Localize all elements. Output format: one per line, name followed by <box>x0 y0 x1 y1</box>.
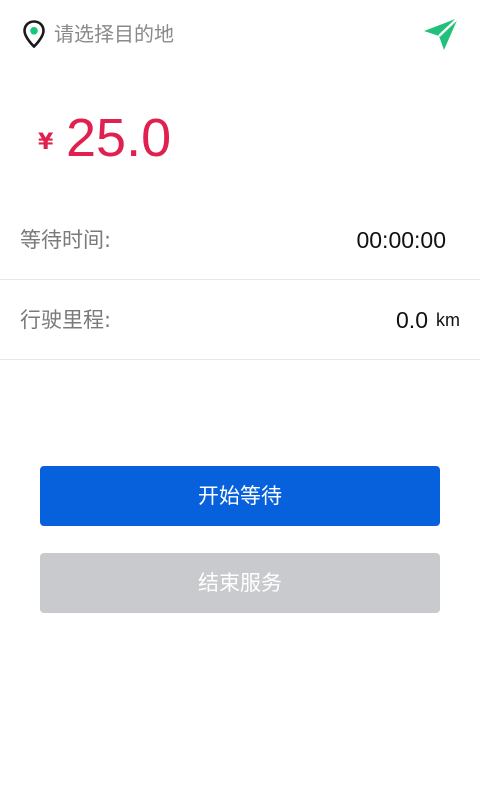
wait-time-row: 等待时间: 00:00:00 <box>0 200 480 280</box>
wait-time-label: 等待时间: <box>20 228 112 252</box>
wait-time-value: 00:00:00 <box>356 227 446 253</box>
currency-symbol: ¥ <box>38 130 54 155</box>
fare-amount: 25.0 <box>66 108 172 168</box>
end-service-button[interactable]: 结束服务 <box>40 553 440 613</box>
distance-label: 行驶里程: <box>20 308 112 332</box>
distance-value: 0.0 <box>396 307 428 333</box>
paper-plane-icon[interactable] <box>422 16 460 52</box>
map-pin-icon <box>23 20 45 48</box>
distance-unit: km <box>436 310 460 330</box>
top-bar: 请选择目的地 <box>0 0 480 68</box>
destination-input[interactable]: 请选择目的地 <box>54 20 174 48</box>
start-wait-button[interactable]: 开始等待 <box>40 466 440 526</box>
distance-row: 行驶里程: 0.0 km <box>0 280 480 360</box>
